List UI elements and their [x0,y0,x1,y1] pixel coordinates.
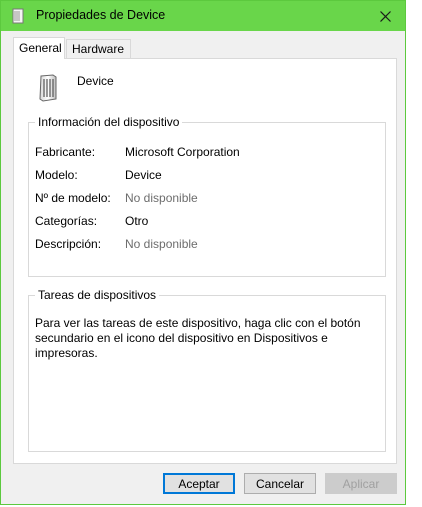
device-tasks-text: Para ver las tareas de este dispositivo,… [35,316,361,360]
device-tasks-group: Tareas de dispositivos Para ver las tare… [28,288,386,452]
title-bar[interactable]: Propiedades de Device [1,1,405,31]
device-icon [12,8,24,24]
categories-label: Categorías: [35,214,98,228]
description-label: Descripción: [35,237,102,251]
tab-general[interactable]: General [13,37,65,59]
tab-hardware[interactable]: Hardware [66,39,131,58]
model-number-label: Nº de modelo: [35,191,111,205]
close-button[interactable] [365,1,405,31]
manufacturer-value: Microsoft Corporation [125,145,240,159]
description-value: No disponible [125,237,198,251]
model-label: Modelo: [35,168,78,182]
apply-button[interactable]: Aplicar [325,473,397,494]
general-tab-panel: Device Información del dispositivo Fabri… [13,58,397,464]
categories-value: Otro [125,214,149,228]
close-icon [379,10,391,22]
window-title: Propiedades de Device [36,8,166,22]
accept-button[interactable]: Aceptar [163,473,235,494]
device-name: Device [77,74,114,88]
properties-dialog: Propiedades de Device Hardware General D… [0,0,406,505]
model-value: Device [125,168,162,182]
device-icon [39,74,57,102]
device-info-title: Información del dispositivo [38,115,180,129]
device-tasks-title: Tareas de dispositivos [38,288,157,302]
device-info-group: Información del dispositivo Fabricante: … [28,115,386,277]
manufacturer-label: Fabricante: [35,145,96,159]
model-number-value: No disponible [125,191,198,205]
cancel-button[interactable]: Cancelar [244,473,316,494]
